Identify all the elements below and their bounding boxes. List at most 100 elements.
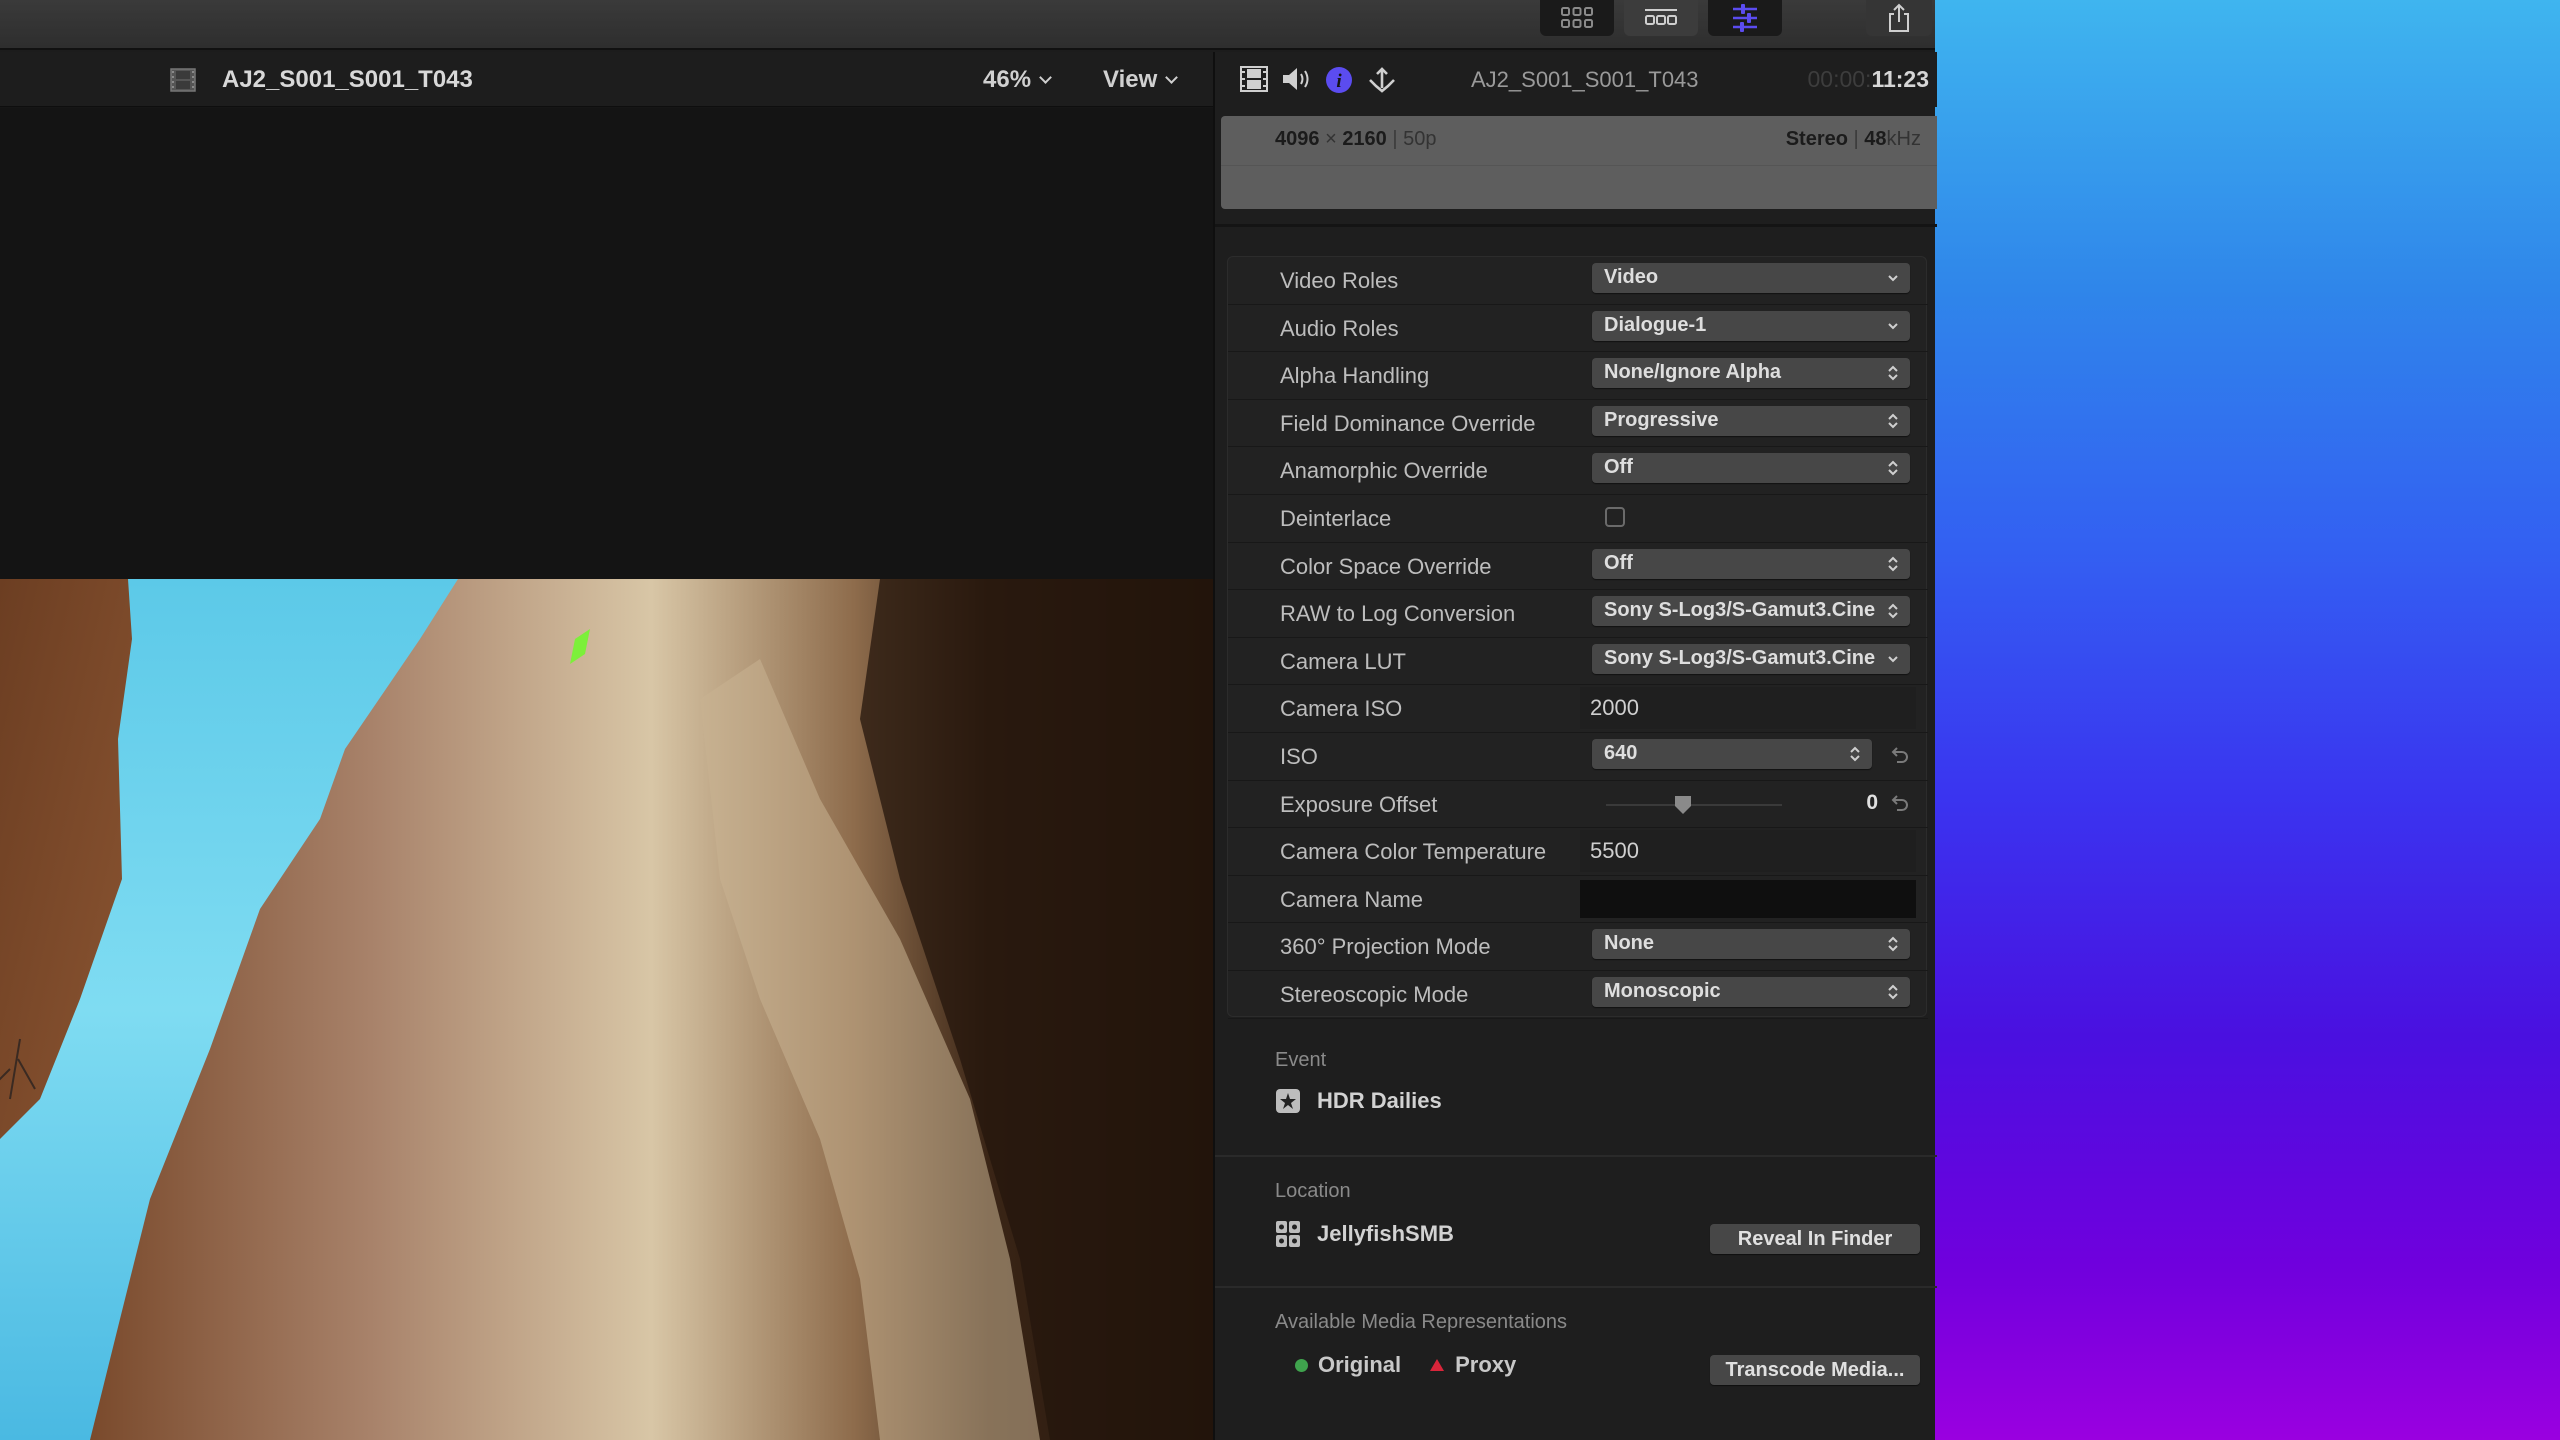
- proxy-label: Proxy: [1455, 1352, 1517, 1377]
- property-row: Camera Name: [1228, 876, 1928, 924]
- dropdown-value: Off: [1604, 551, 1633, 574]
- property-dropdown[interactable]: Sony S-Log3/S-Gamut3.Cine: [1592, 643, 1910, 674]
- property-row: Camera Color Temperature 5500: [1228, 828, 1928, 876]
- chevron-down-icon: [1165, 70, 1179, 84]
- property-row: Anamorphic Override Off: [1228, 447, 1928, 495]
- reset-icon[interactable]: [1890, 745, 1910, 765]
- chevron-down-icon: [1039, 70, 1052, 84]
- banner-divider: [1221, 165, 1937, 166]
- proxy-representation: Proxy: [1429, 1352, 1516, 1378]
- stepper-icon: [1888, 460, 1898, 476]
- stepper-icon: [1888, 556, 1898, 572]
- media-representations-label: Available Media Representations: [1275, 1311, 1568, 1333]
- camera-name-input[interactable]: [1580, 879, 1916, 918]
- property-dropdown[interactable]: None: [1592, 929, 1910, 960]
- sample-rate-unit: kHz: [1886, 128, 1921, 150]
- viewer-clip-title: AJ2_S001_S001_T043: [222, 66, 473, 93]
- property-dropdown[interactable]: 640: [1592, 739, 1872, 769]
- browser-grid-button[interactable]: [1540, 0, 1614, 36]
- property-dropdown[interactable]: Off: [1592, 548, 1910, 579]
- property-dropdown[interactable]: Dialogue-1: [1592, 310, 1910, 341]
- video-frame: [0, 579, 1213, 1440]
- property-label: Alpha Handling: [1280, 363, 1430, 389]
- library-icon: [1276, 1221, 1300, 1247]
- property-row: Audio Roles Dialogue-1: [1228, 305, 1928, 353]
- dropdown-value: Video: [1604, 266, 1659, 288]
- property-row: Camera LUT Sony S-Log3/S-Gamut3.Cine: [1228, 638, 1928, 686]
- property-dropdown[interactable]: Monoscopic: [1592, 977, 1910, 1007]
- property-label: Anamorphic Override: [1280, 458, 1488, 484]
- property-dropdown[interactable]: None/Ignore Alpha: [1592, 358, 1910, 389]
- canyon-image: [0, 579, 1213, 1440]
- top-toolbar: [0, 0, 1935, 50]
- property-row: RAW to Log Conversion Sony S-Log3/S-Gamut…: [1228, 590, 1928, 638]
- zoom-level-dropdown[interactable]: 46%: [983, 66, 1052, 94]
- desktop-background: [1935, 0, 2560, 1440]
- property-dropdown[interactable]: Off: [1592, 453, 1910, 484]
- viewer-canvas[interactable]: [0, 108, 1213, 1440]
- dropdown-value: Monoscopic: [1604, 980, 1721, 1002]
- sample-rate: 48: [1864, 128, 1887, 150]
- share-button[interactable]: [1866, 0, 1932, 36]
- property-label: RAW to Log Conversion: [1280, 601, 1516, 627]
- resolution-height: 2160: [1342, 128, 1387, 150]
- property-row: Field Dominance Override Progressive: [1228, 400, 1928, 448]
- property-dropdown[interactable]: Video: [1592, 263, 1910, 293]
- grid-icon: [1561, 7, 1593, 28]
- timecode-leading: 00:00:: [1807, 66, 1872, 92]
- property-dropdown[interactable]: Sony S-Log3/S-Gamut3.Cine: [1592, 596, 1910, 627]
- property-label: Audio Roles: [1280, 315, 1399, 341]
- media-representations: Original Proxy: [1295, 1352, 1516, 1378]
- stepper-icon: [1888, 984, 1898, 1000]
- reveal-in-finder-button[interactable]: Reveal In Finder: [1710, 1224, 1920, 1254]
- timeline-index-button[interactable]: [1624, 0, 1698, 36]
- audio-format: Stereo | 48kHz: [1786, 128, 1921, 151]
- clip-format-banner: 4096 × 2160 | 50p Stereo | 48kHz: [1221, 116, 1937, 209]
- info-icon[interactable]: i: [1325, 66, 1353, 94]
- sliders-icon: [1733, 4, 1757, 32]
- inspector-clip-title: AJ2_S001_S001_T043: [1471, 67, 1699, 92]
- view-menu-dropdown[interactable]: View: [1103, 66, 1179, 94]
- dropdown-value: 640: [1604, 742, 1638, 764]
- dropdown-value: None: [1604, 932, 1654, 955]
- stepper-icon: [1888, 365, 1898, 381]
- deinterlace-checkbox[interactable]: [1605, 507, 1625, 527]
- slider-thumb[interactable]: [1674, 795, 1692, 815]
- property-label: Camera Color Temperature: [1280, 839, 1547, 865]
- share-arrows-icon[interactable]: [1367, 66, 1397, 94]
- transcode-media-button[interactable]: Transcode Media...: [1710, 1355, 1920, 1385]
- divider: [1215, 1286, 1937, 1288]
- audio-channels: Stereo: [1785, 128, 1848, 150]
- property-row: Deinterlace: [1228, 495, 1928, 543]
- resolution-width: 4096: [1275, 128, 1320, 150]
- share-icon: [1889, 3, 1909, 32]
- property-row: Video Roles Video: [1228, 257, 1928, 305]
- property-label: Camera Name: [1280, 886, 1424, 912]
- speaker-icon[interactable]: [1281, 66, 1311, 92]
- location-item: JellyfishSMB: [1275, 1220, 1454, 1248]
- property-label: Field Dominance Override: [1280, 410, 1536, 436]
- location-name: JellyfishSMB: [1317, 1221, 1454, 1246]
- timecode-value: 11:23: [1871, 66, 1929, 92]
- chevron-down-icon: [1888, 275, 1898, 282]
- property-row: Color Space Override Off: [1228, 543, 1928, 591]
- svg-text:i: i: [1336, 71, 1342, 92]
- property-dropdown[interactable]: Progressive: [1592, 405, 1910, 436]
- inspector-header: i AJ2_S001_S001_T043 00:00:11:23: [1215, 52, 1937, 107]
- property-row: ISO 640: [1228, 733, 1928, 781]
- property-row: Alpha Handling None/Ignore Alpha: [1228, 352, 1928, 400]
- original-representation: Original: [1295, 1352, 1401, 1378]
- dropdown-value: Dialogue-1: [1604, 313, 1707, 336]
- inspector-toggle-button[interactable]: [1708, 0, 1782, 36]
- event-item: HDR Dailies: [1275, 1088, 1442, 1114]
- dropdown-value: Off: [1604, 456, 1633, 479]
- exposure-slider-track[interactable]: [1606, 803, 1782, 806]
- reset-icon[interactable]: [1890, 793, 1910, 813]
- stepper-icon: [1888, 936, 1898, 952]
- property-label: Stereoscopic Mode: [1280, 982, 1469, 1007]
- property-label: Camera LUT: [1280, 648, 1406, 674]
- slider-value: 0: [1866, 790, 1878, 814]
- property-label: Camera ISO: [1280, 696, 1403, 722]
- chevron-down-icon: [1888, 656, 1898, 663]
- film-icon[interactable]: [1240, 66, 1268, 92]
